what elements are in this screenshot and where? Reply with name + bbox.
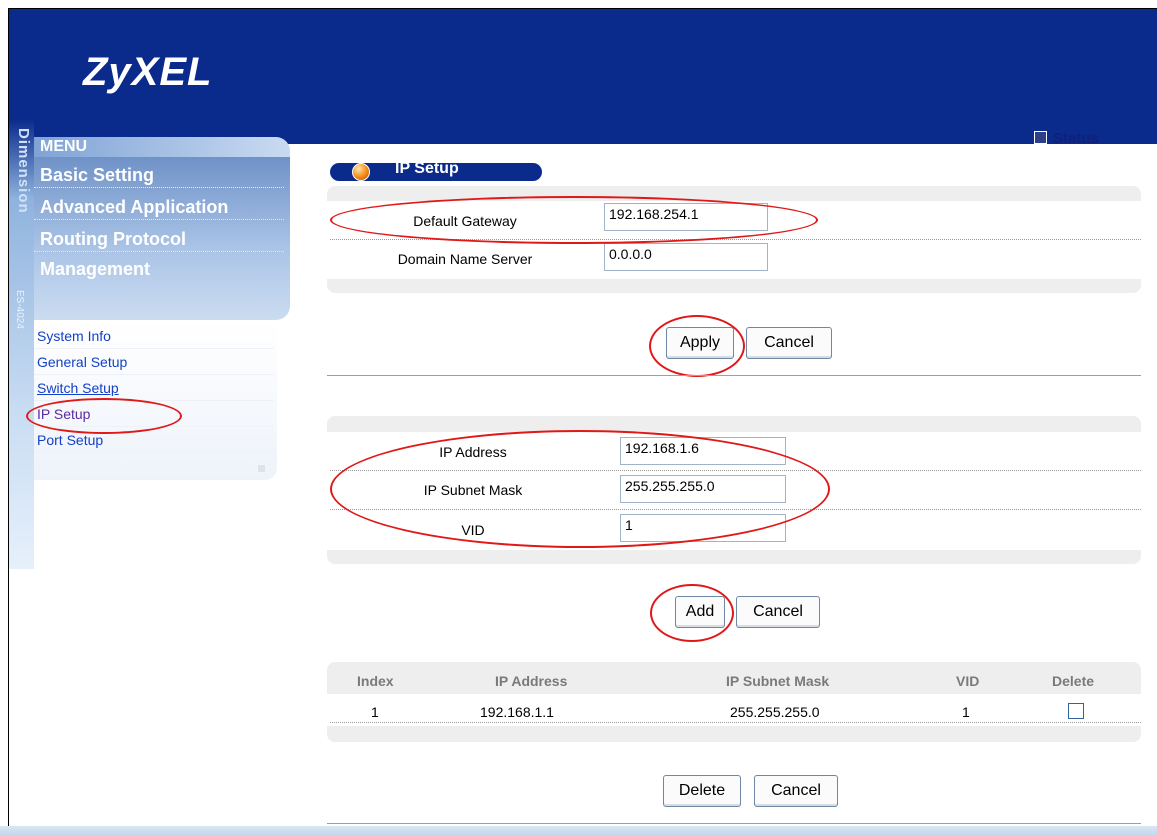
row-1-index: 1 (371, 704, 379, 720)
row-1-ip-address: 192.168.1.1 (480, 704, 554, 720)
model-vertical-text: ES-4024 (14, 290, 25, 329)
menu-divider (34, 187, 284, 188)
submenu-divider (34, 452, 274, 453)
table-cancel-button[interactable]: Cancel (754, 775, 838, 807)
annotation-circle-apply (649, 315, 745, 377)
dns-input[interactable]: 0.0.0.0 (604, 243, 768, 271)
submenu-item-port-setup[interactable]: Port Setup (37, 432, 103, 448)
zyxel-logo: ZyXEL (83, 50, 213, 94)
main-menu: Basic Setting Advanced Application Routi… (34, 157, 290, 320)
gateway-cancel-button[interactable]: Cancel (746, 327, 832, 359)
row-1-subnet-mask: 255.255.255.0 (730, 704, 820, 720)
title-bullet-icon (352, 163, 370, 181)
col-subnet-mask-header: IP Subnet Mask (726, 673, 830, 689)
row-1-delete-checkbox[interactable] (1068, 703, 1084, 719)
col-delete-header: Delete (1052, 673, 1095, 689)
ip-cancel-button[interactable]: Cancel (736, 596, 820, 628)
annotation-circle-default-gateway (330, 196, 818, 244)
menu-divider (34, 251, 284, 252)
annotation-circle-ip-setup (26, 398, 182, 434)
home-icon (1034, 131, 1047, 144)
section-divider (327, 375, 1141, 376)
submenu-divider (34, 374, 274, 375)
menu-item-routing-protocol[interactable]: Routing Protocol (40, 229, 186, 250)
col-index-header: Index (357, 673, 394, 689)
menu-item-management[interactable]: Management (40, 259, 150, 280)
status-link[interactable]: Status (1034, 130, 1099, 147)
menu-item-basic-setting[interactable]: Basic Setting (40, 165, 154, 186)
submenu-divider (34, 348, 274, 349)
menu-item-advanced-application[interactable]: Advanced Application (40, 197, 228, 218)
menu-divider (34, 219, 284, 220)
annotation-circle-add (650, 584, 734, 642)
menu-header: MENU (34, 137, 290, 157)
submenu-item-general-setup[interactable]: General Setup (37, 354, 127, 370)
row-divider (330, 722, 1141, 723)
top-banner: ZyXEL (9, 9, 1157, 144)
status-label: Status (1053, 130, 1099, 147)
delete-button[interactable]: Delete (663, 775, 741, 807)
dns-label: Domain Name Server (397, 251, 533, 267)
section-divider (327, 823, 1141, 824)
col-vid-header: VID (956, 673, 980, 689)
window-bottom-bar (0, 826, 1157, 836)
submenu-item-system-info[interactable]: System Info (37, 328, 111, 344)
submenu-resize-handle (258, 465, 265, 472)
row-1-vid: 1 (962, 704, 970, 720)
annotation-circle-ip-fields (330, 430, 830, 548)
submenu-item-switch-setup[interactable]: Switch Setup (37, 380, 119, 396)
page-title: IP Setup (395, 160, 459, 177)
col-ip-address-header: IP Address (495, 673, 568, 689)
